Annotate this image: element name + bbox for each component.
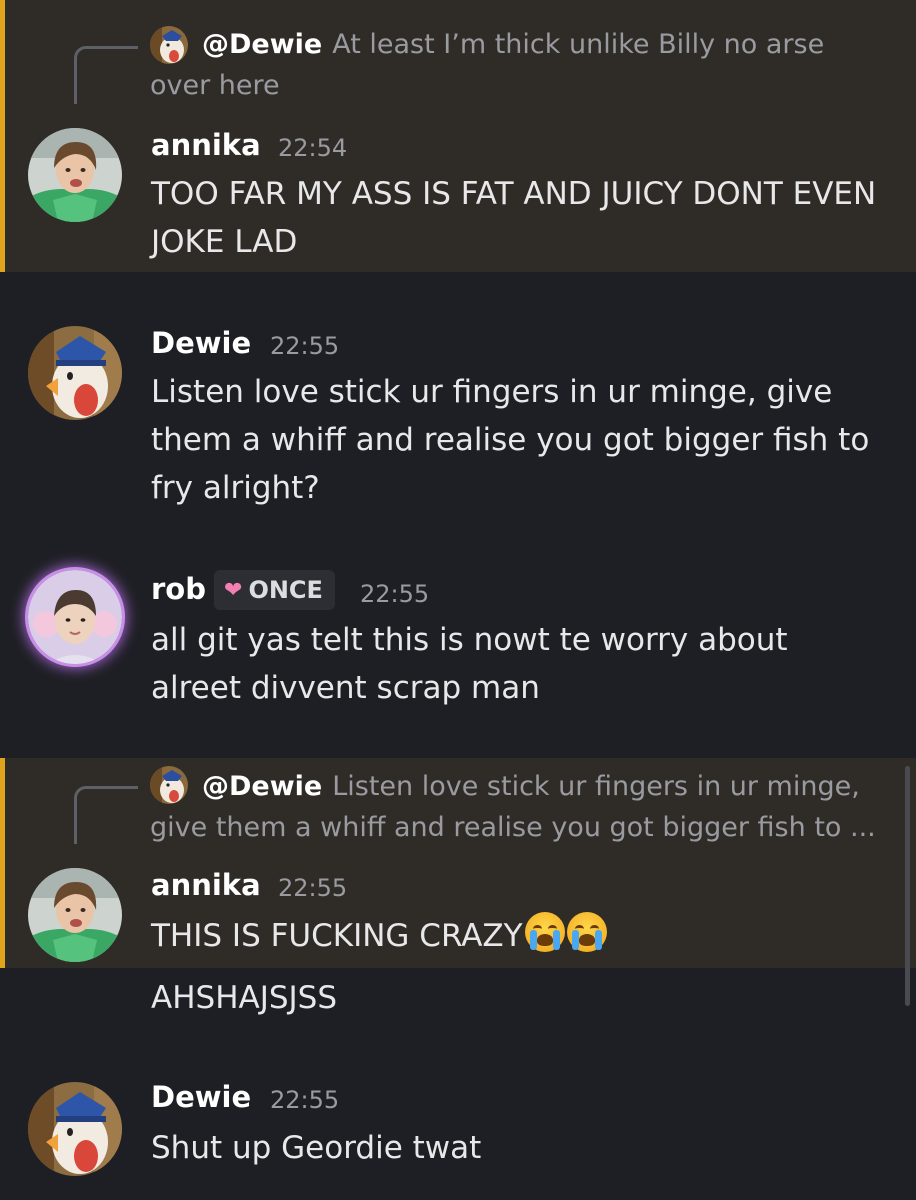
reply-preview[interactable]: @Dewie Listen love stick ur fingers in ur… [150, 766, 890, 848]
reply-author-name[interactable]: @Dewie [202, 771, 322, 802]
message-author-name[interactable]: rob [151, 572, 206, 606]
heart-icon: ❤ [224, 577, 243, 603]
message-text: all git yas telt this is nowt te worry a… [151, 622, 788, 706]
avatar-rob[interactable] [28, 570, 122, 664]
message-continuation[interactable]: AHSHAJSJSS [0, 968, 916, 1030]
reply-author-name[interactable]: @Dewie [202, 29, 322, 60]
message-author-name[interactable]: Dewie [151, 1080, 251, 1114]
message-timestamp: 22:55 [360, 580, 430, 608]
reply-connector-line [74, 46, 138, 104]
chat-message-list: @Dewie At least I’m thick unlike Billy no… [0, 0, 916, 1200]
loudly-crying-face-icon [524, 912, 565, 952]
message-text: THIS IS FUCKING CRAZY [151, 918, 523, 954]
role-badge[interactable]: ❤ ONCE [214, 570, 335, 610]
reply-connector-line [74, 786, 138, 844]
avatar-annika[interactable] [28, 868, 122, 962]
message-group-annika-mention[interactable]: @Dewie At least I’m thick unlike Billy no… [0, 0, 916, 272]
message-timestamp: 22:55 [270, 1086, 340, 1114]
message-text: Shut up Geordie twat [151, 1130, 482, 1166]
loudly-crying-face-icon [566, 912, 607, 952]
message-text: AHSHAJSJSS [151, 980, 338, 1016]
message-group-annika-mention[interactable]: @Dewie Listen love stick ur fingers in ur… [0, 758, 916, 968]
avatar-annika[interactable] [28, 128, 122, 222]
reply-preview[interactable]: @Dewie At least I’m thick unlike Billy no… [150, 24, 890, 106]
message-author-name[interactable]: Dewie [151, 326, 251, 360]
message-text: TOO FAR MY ASS IS FAT AND JUICY DONT EVE… [151, 176, 877, 260]
avatar-dewie[interactable] [28, 1082, 122, 1176]
message-timestamp: 22:55 [270, 332, 340, 360]
role-badge-label: ONCE [248, 576, 323, 604]
message-author-name[interactable]: annika [151, 128, 261, 162]
message-group-rob[interactable]: rob ❤ ONCE 22:55 all git yas telt this i… [0, 544, 916, 758]
message-group-dewie[interactable]: Dewie 22:55 Shut up Geordie twat [0, 1030, 916, 1200]
message-timestamp: 22:54 [278, 134, 348, 162]
message-timestamp: 22:55 [278, 874, 348, 902]
avatar-dewie[interactable] [28, 326, 122, 420]
message-author-name[interactable]: annika [151, 868, 261, 902]
message-text: Listen love stick ur fingers in ur minge… [151, 374, 870, 506]
scrollbar[interactable] [905, 766, 910, 1006]
message-group-dewie[interactable]: Dewie 22:55 Listen love stick ur fingers… [0, 272, 916, 544]
message-text-with-emoji: THIS IS FUCKING CRAZY [151, 912, 881, 960]
